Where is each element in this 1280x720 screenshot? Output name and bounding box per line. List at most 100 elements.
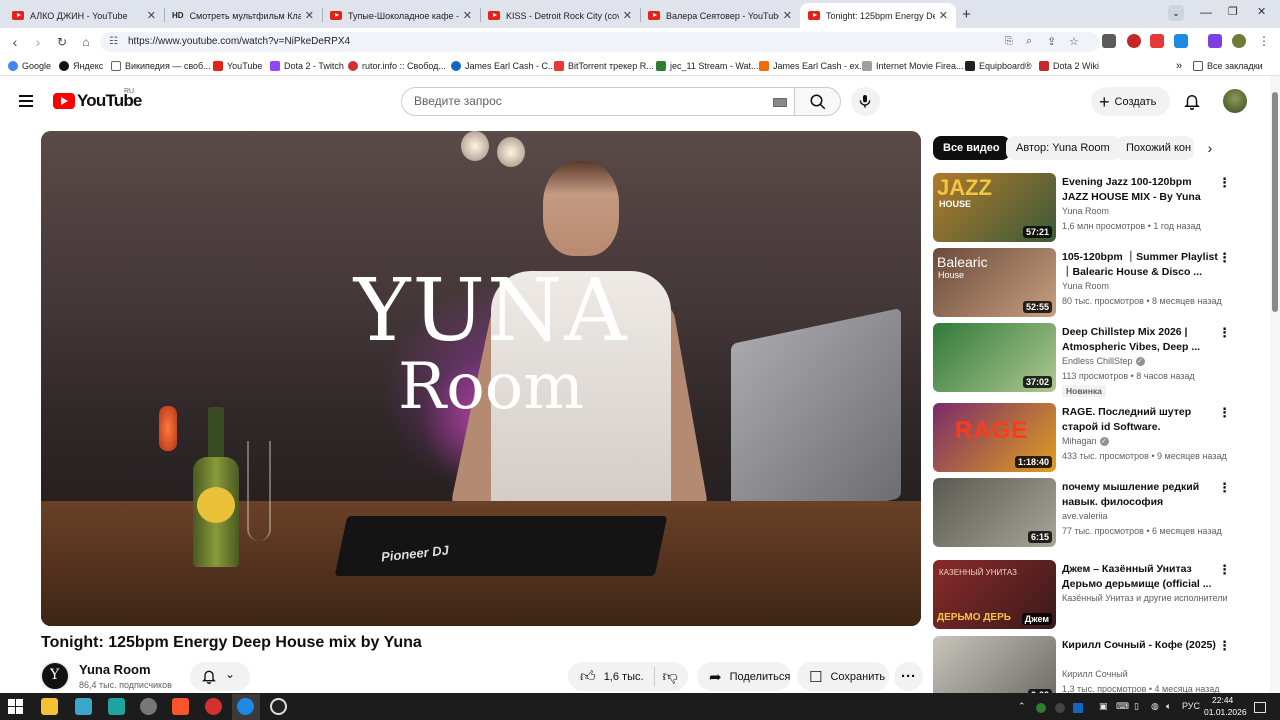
bookmark[interactable]: BitTorrent трекер R... (554, 59, 654, 73)
bookmark[interactable]: Яндекс (59, 59, 103, 73)
recommended-title[interactable]: 105-120bpm ｜Summer Playlist ｜Balearic Ho… (1062, 250, 1220, 280)
recommended-channel[interactable]: Yuna Room (1062, 206, 1109, 216)
browser-menu-icon[interactable]: ⋮ (1258, 34, 1270, 48)
video-thumbnail[interactable]: RAGE 1:18:40 (933, 403, 1056, 472)
video-thumbnail[interactable]: Balearic House 52:55 (933, 248, 1056, 317)
install-icon[interactable]: ⎘ (1005, 36, 1013, 47)
bookmark[interactable]: James Earl Cash - C... (451, 59, 556, 73)
bookmark[interactable]: YouTube (213, 59, 262, 73)
channel-avatar[interactable] (40, 661, 70, 691)
volume-icon[interactable]: 🔈︎ (1166, 701, 1171, 712)
more-actions-button[interactable]: ··· (894, 662, 923, 691)
search-input[interactable] (414, 94, 754, 108)
notifications-icon[interactable] (1254, 702, 1266, 713)
recommended-video[interactable]: RAGE 1:18:40 RAGE. Последний шутер старо… (933, 403, 1233, 473)
thumbs-up-icon[interactable]: 👍︎ (580, 668, 596, 686)
browser-tab[interactable]: Валера Сеятовер - YouTube ✕ (640, 3, 800, 28)
page-scrollbar-thumb[interactable] (1272, 92, 1278, 312)
bookmark[interactable]: rutor.info :: Свобод... (348, 59, 446, 73)
bookmark-star-icon[interactable]: ☆ (1069, 35, 1079, 48)
video-thumbnail[interactable]: 6:15 (933, 478, 1056, 547)
close-window-icon[interactable]: ✕ (1257, 5, 1266, 18)
brave-browser-icon[interactable] (172, 698, 189, 715)
account-avatar[interactable] (1223, 89, 1247, 113)
close-tab-icon[interactable]: ✕ (939, 9, 948, 22)
reading-list-icon[interactable] (1208, 34, 1222, 48)
more-vertical-icon[interactable]: ⋮ (1218, 562, 1231, 578)
more-vertical-icon[interactable]: ⋮ (1218, 250, 1231, 266)
zoom-icon[interactable]: ⌕ (1026, 35, 1032, 48)
bookmark[interactable]: Internet Movie Firea... (862, 59, 964, 73)
recommended-title[interactable]: RAGE. Последний шутер старой id Software… (1062, 405, 1220, 435)
thumbs-down-icon[interactable]: 👎︎ (663, 668, 678, 686)
subscription-bell-button[interactable]: ⌄ (190, 662, 250, 691)
close-tab-icon[interactable]: ✕ (623, 9, 632, 22)
close-tab-icon[interactable]: ✕ (305, 9, 314, 22)
recommended-title[interactable]: почему мышление редкий навык. философия … (1062, 480, 1220, 510)
recommended-title[interactable]: Deep Chillstep Mix 2026 | Atmospheric Vi… (1062, 325, 1220, 355)
clock-date[interactable]: 01.01.2026 (1204, 707, 1247, 717)
browser-tab[interactable]: KISS - Detroit Rock City (cover ✕ (480, 3, 640, 28)
recommended-channel[interactable]: Mihagan ✓ (1062, 436, 1109, 447)
recommended-video[interactable]: 6:15 почему мышление редкий навык. филос… (933, 478, 1233, 548)
bookmark[interactable]: Dota 2 - Twitch (270, 59, 344, 73)
tray-app-icon[interactable] (1036, 703, 1046, 713)
file-explorer-icon[interactable] (41, 698, 58, 715)
browser-app-icon[interactable] (237, 698, 254, 715)
tray-app-icon[interactable]: ▣ (1099, 701, 1108, 712)
browser-tab-active[interactable]: Tonight: 125bpm Energy Deep ✕ (800, 3, 956, 28)
home-icon[interactable]: ⌂ (78, 34, 94, 50)
vivaldi-icon[interactable] (205, 698, 222, 715)
recommended-title[interactable]: Кирилл Сочный - Кофе (2025) (1062, 638, 1220, 653)
recommended-title[interactable]: Evening Jazz 100-120bpm JAZZ HOUSE MIX -… (1062, 175, 1220, 205)
more-vertical-icon[interactable]: ⋮ (1218, 638, 1231, 654)
search-button[interactable] (794, 87, 841, 116)
recommended-channel[interactable]: Yuna Room (1062, 281, 1109, 291)
new-tab-icon[interactable]: + (962, 6, 971, 23)
video-thumbnail[interactable]: 37:02 (933, 323, 1056, 392)
tray-app-icon[interactable] (1073, 703, 1083, 713)
network-icon[interactable]: ◍ (1151, 701, 1159, 712)
tray-expand-icon[interactable]: ⌃ (1018, 701, 1026, 712)
recommended-video[interactable]: Balearic House 52:55 105-120bpm ｜Summer … (933, 248, 1233, 318)
more-vertical-icon[interactable]: ⋮ (1218, 405, 1231, 421)
restore-icon[interactable]: ❐ (1228, 5, 1238, 18)
create-button[interactable]: + Создать (1091, 87, 1170, 116)
bookmark[interactable]: James Earl Cash - ex... (759, 59, 867, 73)
clock-time[interactable]: 22:44 (1212, 695, 1233, 705)
forward-icon[interactable]: › (30, 34, 46, 50)
tray-app-icon[interactable]: ▯ (1134, 701, 1139, 712)
voice-search-button[interactable] (851, 87, 880, 116)
recommended-channel[interactable]: ave.valeriia (1062, 511, 1108, 521)
channel-name[interactable]: Yuna Room (79, 662, 151, 677)
save-button[interactable]: ☐ Сохранить (797, 662, 889, 691)
tray-app-icon[interactable]: ⌨ (1116, 701, 1129, 712)
app-icon[interactable] (75, 698, 92, 715)
recommended-title[interactable]: Джем – Казённый Унитаз Дерьмо дерьмище (… (1062, 562, 1220, 592)
chevron-right-icon[interactable]: › (1200, 138, 1220, 158)
more-bookmarks-button[interactable]: » (1176, 59, 1182, 73)
chip-related[interactable]: Похожий кон (1116, 136, 1194, 160)
more-vertical-icon[interactable]: ⋮ (1218, 175, 1231, 191)
more-vertical-icon[interactable]: ⋮ (1218, 480, 1231, 496)
chip-all-videos[interactable]: Все видео (933, 136, 1010, 160)
youtube-logo-icon[interactable] (53, 93, 75, 109)
recommended-video[interactable]: 37:02 Deep Chillstep Mix 2026 | Atmosphe… (933, 323, 1233, 397)
close-tab-icon[interactable]: ✕ (463, 9, 472, 22)
bookmark[interactable]: jec_11 Stream - Wat... (656, 59, 759, 73)
extensions-puzzle-icon[interactable] (1174, 34, 1188, 48)
recommended-channel[interactable]: Кирилл Сочный (1062, 669, 1128, 679)
browser-tab[interactable]: HD Смотреть мультфильм Клаус ✕ (164, 3, 322, 28)
close-tab-icon[interactable]: ✕ (147, 9, 156, 22)
keyboard-icon[interactable] (773, 98, 787, 107)
tab-search-icon[interactable]: ⌄ (1168, 5, 1184, 21)
bookmark[interactable]: Equipboard® (965, 59, 1032, 73)
notifications-bell-icon[interactable] (1183, 92, 1201, 110)
video-thumbnail[interactable]: КАЗЕННЫЙ УНИТАЗ ДЕРЬМО ДЕРЬ Джем (933, 560, 1056, 629)
recommended-channel[interactable]: Казённый Унитаз и другие исполнители (1062, 593, 1228, 603)
video-thumbnail[interactable]: JAZZ HOUSE 57:21 (933, 173, 1056, 242)
site-info-icon[interactable]: ☷ (109, 32, 118, 52)
tray-app-icon[interactable] (1055, 703, 1065, 713)
steam-icon[interactable] (270, 698, 287, 715)
close-tab-icon[interactable]: ✕ (783, 9, 792, 22)
